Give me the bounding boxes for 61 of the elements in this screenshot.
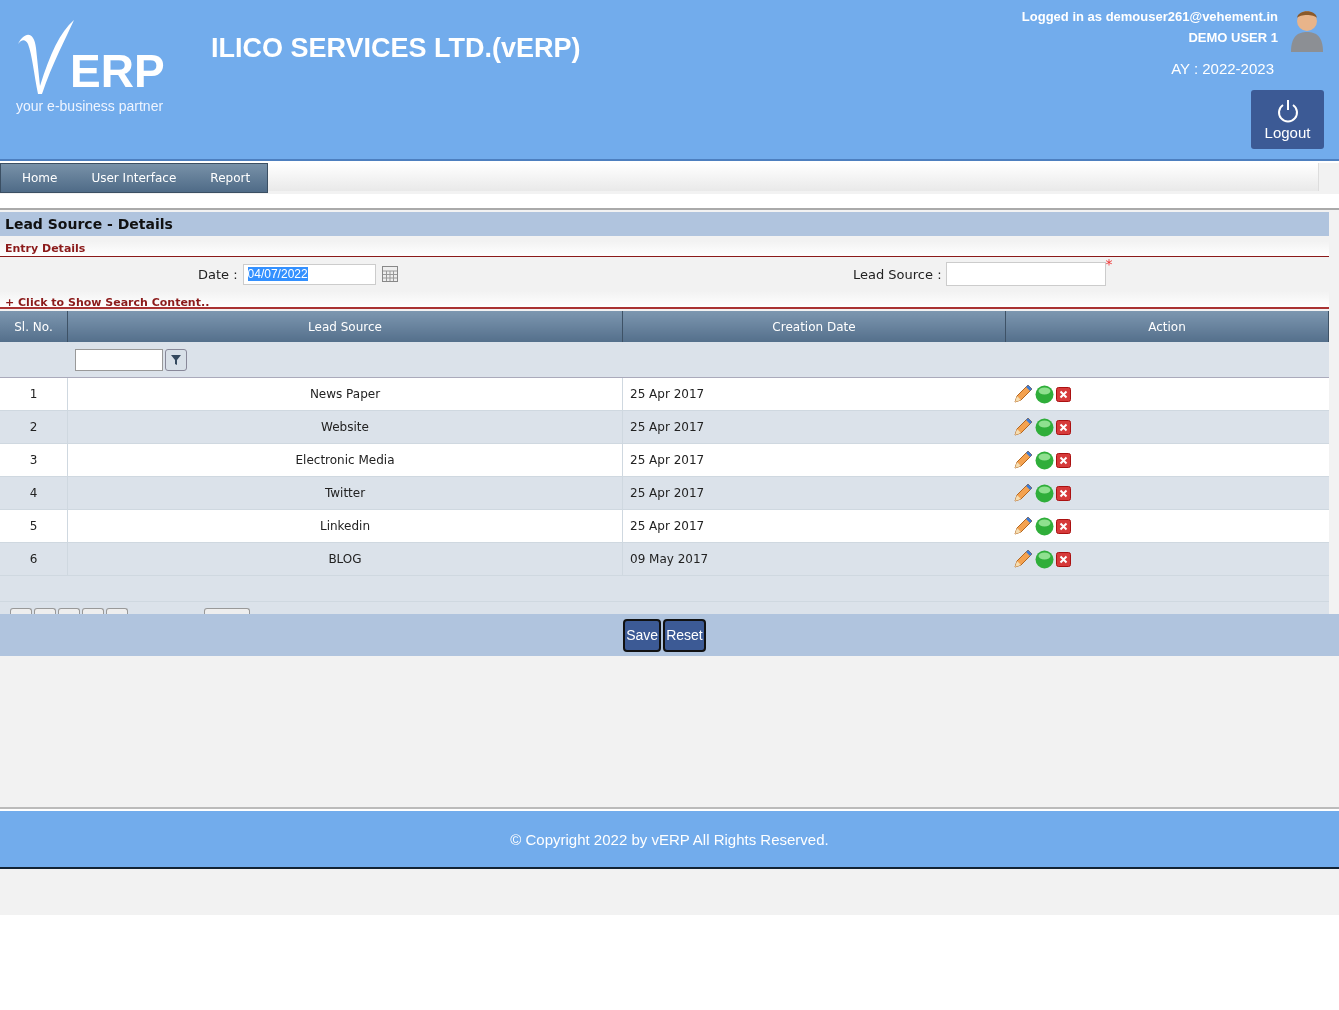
table-cell: BLOG [67,542,623,576]
menu-item[interactable]: Report [193,171,268,185]
column-header: Creation Date [622,311,1006,342]
filter-icon [169,353,182,366]
logo-text: ERP [70,48,165,94]
pencil-icon[interactable] [1012,384,1033,404]
logged-in-text: Logged in as demouser261@vehement.in [1021,9,1278,24]
table-cell: Linkedin [67,509,623,543]
table-cell: Electronic Media [67,443,623,477]
delete-icon[interactable] [1055,518,1071,534]
table-cell: 2 [0,410,68,444]
page-title: Lead Source - Details [0,212,1329,236]
pencil-icon[interactable] [1012,549,1033,569]
logo-tagline: your e-business partner [16,98,165,114]
lead-source-field[interactable] [945,262,1106,286]
action-button[interactable]: Reset [663,618,706,652]
filter-button[interactable] [164,348,187,371]
table-cell: 09 May 2017 [622,542,1006,576]
academic-year: AY : 2022-2023 [1171,60,1274,77]
table-cell: 25 Apr 2017 [622,410,1006,444]
date-label: Date : [198,266,238,282]
table-cell: 1 [0,377,68,411]
delete-icon[interactable] [1055,551,1071,567]
column-header: Lead Source [67,311,623,342]
pager-button[interactable] [10,608,32,614]
table-cell: 25 Apr 2017 [622,443,1006,477]
table-cell: Website [67,410,623,444]
delete-icon[interactable] [1055,485,1071,501]
lead-source-label: Lead Source : [853,266,942,282]
delete-icon[interactable] [1055,386,1071,402]
table-cell: 25 Apr 2017 [622,476,1006,510]
required-mark: * [1105,256,1113,272]
column-header: Sl. No. [0,311,68,342]
table-cell: 5 [0,509,68,543]
pencil-icon[interactable] [1012,483,1033,503]
section-heading: Entry Details [0,241,1329,257]
table-cell: 3 [0,443,68,477]
pencil-icon[interactable] [1012,450,1033,470]
table-cell: Twitter [67,476,623,510]
copyright-text: © Copyright 2022 by vERP All Rights Reserved. [510,830,829,848]
delete-icon[interactable] [1055,419,1071,435]
menu-item[interactable]: Home [5,171,75,185]
table-cell: 6 [0,542,68,576]
table-cell: 25 Apr 2017 [622,377,1006,411]
user-avatar-icon [1290,8,1324,52]
logout-button[interactable]: Logout [1251,90,1324,149]
column-header: Action [1005,311,1329,342]
pencil-icon[interactable] [1012,417,1033,437]
pager-button[interactable] [204,608,250,614]
filter-field[interactable] [74,348,163,371]
calendar-icon[interactable] [381,266,398,282]
table-cell: 4 [0,476,68,510]
delete-icon[interactable] [1055,452,1071,468]
pencil-icon[interactable] [1012,516,1033,536]
company-title: ILICO SERVICES LTD.(vERP) [211,32,582,65]
action-button[interactable]: Save [623,618,662,652]
table-cell: 25 Apr 2017 [622,509,1006,543]
show-search-link[interactable]: + Click to Show Search Content.. [5,296,210,309]
table-cell: News Paper [67,377,623,411]
user-name: DEMO USER 1 [1188,30,1278,45]
menu-item[interactable]: User Interface [74,171,194,185]
